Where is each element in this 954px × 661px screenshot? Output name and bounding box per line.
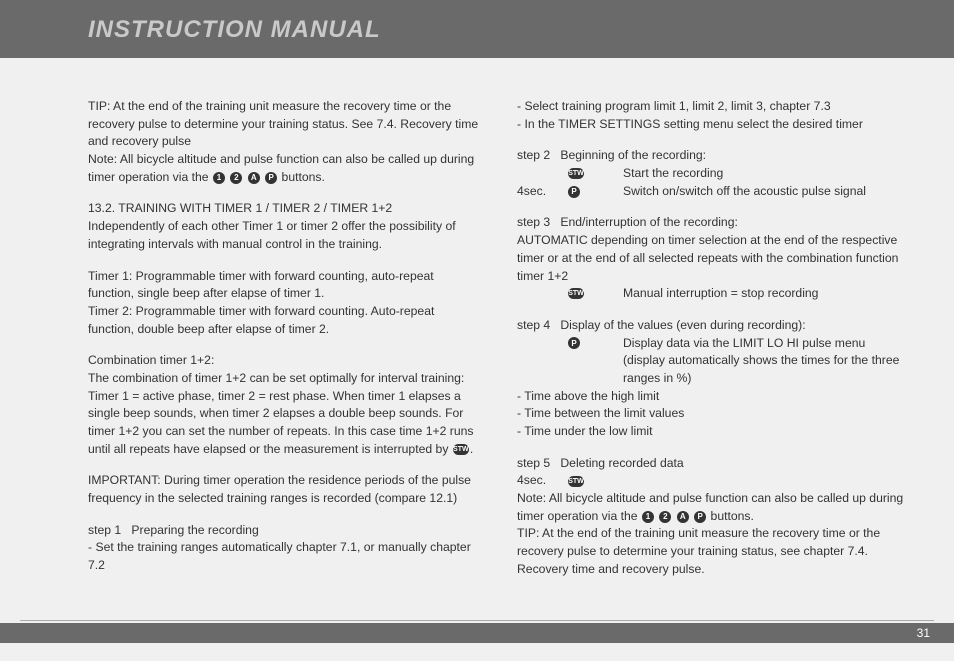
- tip-text: TIP: At the end of the training unit mea…: [88, 99, 478, 148]
- select-line1: - Select training program limit 1, limit…: [517, 99, 831, 113]
- step4-title: Display of the values (even during recor…: [560, 318, 805, 332]
- section-132-title: 13.2. TRAINING WITH TIMER 1 / TIMER 2 / …: [88, 201, 392, 215]
- step1-block: step 1 Preparing the recording - Set the…: [88, 522, 481, 575]
- header-bar: INSTRUCTION MANUAL: [0, 0, 954, 58]
- p-icon: P: [568, 186, 580, 198]
- p-icon: P: [694, 511, 706, 523]
- timer1-text: Timer 1: Programmable timer with forward…: [88, 269, 434, 301]
- step4-line3: - Time under the low limit: [517, 424, 652, 438]
- right-column: - Select training program limit 1, limit…: [517, 98, 910, 579]
- step3-body: AUTOMATIC depending on timer selection a…: [517, 233, 898, 282]
- stw-icon: STW: [568, 288, 584, 299]
- step3-block: step 3 End/interruption of the recording…: [517, 214, 910, 302]
- combo-title: Combination timer 1+2:: [88, 353, 214, 367]
- step2-row2-text: Switch on/switch off the acoustic pulse …: [623, 183, 910, 201]
- content-area: TIP: At the end of the training unit mea…: [0, 58, 954, 579]
- p-icon: P: [568, 337, 580, 349]
- section-132: 13.2. TRAINING WITH TIMER 1 / TIMER 2 / …: [88, 200, 481, 253]
- p-icon: P: [265, 172, 277, 184]
- two-icon: 2: [230, 172, 242, 184]
- footer-divider: [20, 620, 934, 621]
- note-text-post: buttons.: [282, 170, 325, 184]
- tip-paragraph: TIP: At the end of the training unit mea…: [88, 98, 481, 186]
- step2-label: step 2: [517, 148, 550, 162]
- step2-row1-text: Start the recording: [623, 165, 910, 183]
- section-132-body: Independently of each other Timer 1 or t…: [88, 219, 456, 251]
- step5-row1-label: 4sec.: [517, 472, 567, 490]
- two-icon: 2: [659, 511, 671, 523]
- step5-title: Deleting recorded data: [560, 456, 683, 470]
- one-icon: 1: [213, 172, 225, 184]
- combo-body-post: .: [470, 442, 473, 456]
- timer-desc: Timer 1: Programmable timer with forward…: [88, 268, 481, 339]
- stw-icon: STW: [568, 476, 584, 487]
- important-text: IMPORTANT: During timer operation the re…: [88, 473, 471, 505]
- combo-body-pre: The combination of timer 1+2 can be set …: [88, 371, 473, 456]
- timer2-text: Timer 2: Programmable timer with forward…: [88, 304, 434, 336]
- left-column: TIP: At the end of the training unit mea…: [88, 98, 481, 579]
- important-paragraph: IMPORTANT: During timer operation the re…: [88, 472, 481, 507]
- combo-paragraph: Combination timer 1+2: The combination o…: [88, 352, 481, 458]
- step4-line1: - Time above the high limit: [517, 389, 659, 403]
- step3-title: End/interruption of the recording:: [560, 215, 738, 229]
- step3-label: step 3: [517, 215, 550, 229]
- stw-icon: STW: [453, 444, 469, 455]
- step4-line2: - Time between the limit values: [517, 406, 684, 420]
- step3-row1-text: Manual interruption = stop recording: [623, 285, 910, 303]
- step5-block: step 5 Deleting recorded data 4sec. STW …: [517, 455, 910, 579]
- step1-title: Preparing the recording: [131, 523, 258, 537]
- note2-post: buttons.: [711, 509, 754, 523]
- step4-row1-text: Display data via the LIMIT LO HI pulse m…: [623, 335, 910, 388]
- footer-bar: 31: [0, 623, 954, 643]
- select-line2: - In the TIMER SETTINGS setting menu sel…: [517, 117, 863, 131]
- step2-block: step 2 Beginning of the recording: STW S…: [517, 147, 910, 200]
- tip2-text: TIP: At the end of the training unit mea…: [517, 526, 880, 575]
- page-number: 31: [917, 626, 930, 640]
- step4-label: step 4: [517, 318, 550, 332]
- step1-line: - Set the training ranges automatically …: [88, 540, 471, 572]
- a-icon: A: [677, 511, 689, 523]
- a-icon: A: [248, 172, 260, 184]
- step4-block: step 4 Display of the values (even durin…: [517, 317, 910, 441]
- step2-row2-label: 4sec.: [517, 183, 567, 201]
- step5-label: step 5: [517, 456, 550, 470]
- header-title: INSTRUCTION MANUAL: [88, 16, 381, 44]
- stw-icon: STW: [568, 168, 584, 179]
- step2-title: Beginning of the recording:: [560, 148, 706, 162]
- one-icon: 1: [642, 511, 654, 523]
- select-block: - Select training program limit 1, limit…: [517, 98, 910, 133]
- step1-label: step 1: [88, 523, 121, 537]
